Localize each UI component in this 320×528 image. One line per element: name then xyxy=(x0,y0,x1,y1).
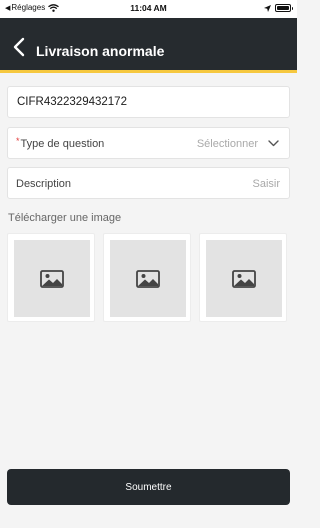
page-title: Livraison anormale xyxy=(36,43,165,59)
image-upload-slot[interactable] xyxy=(103,233,191,322)
image-upload-slot[interactable] xyxy=(7,233,95,322)
header-bar: Livraison anormale xyxy=(0,18,297,73)
back-chevron-icon[interactable] xyxy=(12,37,28,57)
image-upload-slot[interactable] xyxy=(199,233,287,322)
status-bar: ◀ Réglages 11:04 AM xyxy=(0,0,297,18)
question-type-select[interactable]: *Type de question Sélectionner xyxy=(7,127,290,159)
image-icon xyxy=(40,269,64,288)
status-right xyxy=(264,4,293,12)
description-field[interactable]: Description Saisir xyxy=(7,167,290,199)
description-placeholder: Saisir xyxy=(252,178,280,190)
tracking-number-field[interactable]: CIFR4322329432172 xyxy=(7,86,290,118)
upload-image-label: Télécharger une image xyxy=(8,212,122,224)
chevron-down-icon xyxy=(268,140,279,147)
description-label: Description xyxy=(16,178,72,190)
status-time: 11:04 AM xyxy=(130,3,167,13)
image-icon xyxy=(136,269,160,288)
submit-button[interactable]: Soumettre xyxy=(7,469,290,505)
image-icon xyxy=(232,269,256,288)
question-type-placeholder: Sélectionner xyxy=(196,138,258,150)
question-type-label: *Type de question xyxy=(16,136,105,150)
location-arrow-icon xyxy=(264,4,271,12)
required-marker: * xyxy=(16,136,20,146)
battery-icon xyxy=(275,4,293,12)
tracking-number-value: CIFR4322329432172 xyxy=(17,96,127,108)
